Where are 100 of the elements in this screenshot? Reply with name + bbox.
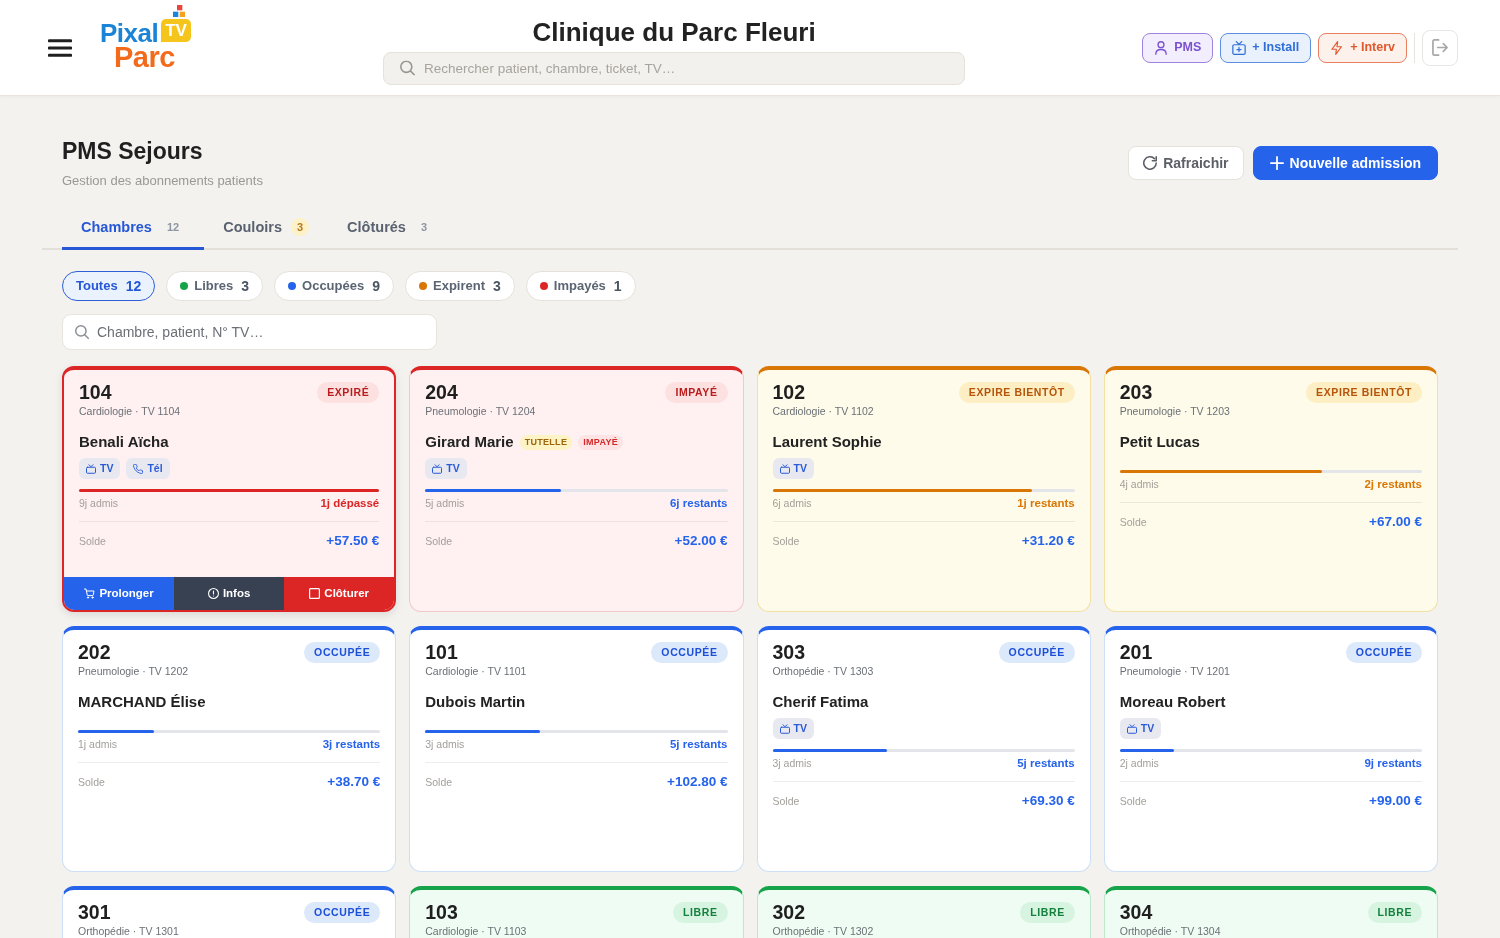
tv-icon <box>86 463 96 474</box>
patient-name: Girard Marie <box>425 432 514 452</box>
service-label: Tél <box>147 460 163 476</box>
status-badge: IMPAYÉ <box>665 382 728 403</box>
phone-icon <box>133 463 144 474</box>
balance-label: Solde <box>425 534 453 549</box>
status-badge: OCCUPÉE <box>1345 642 1422 663</box>
page-subtitle: Gestion des abonnements patients <box>62 173 263 189</box>
room-details: Pneumologie · TV 1203 <box>1119 405 1231 418</box>
tab[interactable]: Clôturés 3 <box>328 207 453 250</box>
tv-plus-icon <box>1232 40 1247 55</box>
room-details: Pneumologie · TV 1204 <box>425 405 537 418</box>
room-number: 204 <box>425 380 458 404</box>
plus-icon <box>1269 156 1284 170</box>
balance-label: Solde <box>1119 794 1147 809</box>
room-card[interactable]: 102 EXPIRE BIENTÔT Cardiologie · TV 1102 Laurent Sophie TV 6j admis 1j restants Solde +31.20 € <box>756 366 1091 612</box>
room-card[interactable]: 304 LIBRE Orthopédie · TV 1304 <box>1103 886 1438 938</box>
room-details: Cardiologie · TV 1101 <box>425 665 528 678</box>
days-remaining: 1j restants <box>1017 496 1075 511</box>
filter-chip[interactable]: Occupées 9 <box>274 271 394 301</box>
info-icon <box>207 588 219 599</box>
pms-button[interactable]: PMS <box>1142 32 1214 63</box>
status-badge: LIBRE <box>673 902 728 923</box>
patient-name: Moreau Robert <box>1119 692 1226 712</box>
balance-label: Solde <box>425 775 453 790</box>
patient-name: Cherif Fatima <box>772 692 869 712</box>
room-details: Orthopédie · TV 1304 <box>1119 925 1222 938</box>
service-label: TV <box>100 460 114 476</box>
tab[interactable]: Chambres 12 <box>62 207 205 250</box>
tab-count: 3 <box>291 218 310 236</box>
room-number: 101 <box>425 640 458 664</box>
cart-icon <box>84 588 96 599</box>
room-number: 201 <box>1119 640 1153 664</box>
room-card[interactable]: 204 IMPAYÉ Pneumologie · TV 1204 Girard Marie TUTELLE IMPAYÉ TV 5j admis 6j restants Solde +52.00 € <box>409 366 744 612</box>
logo-text: Pixal <box>100 20 159 46</box>
room-card[interactable]: 301 OCCUPÉE Orthopédie · TV 1301 <box>62 886 397 938</box>
tv-icon <box>779 463 790 474</box>
room-card[interactable]: 203 EXPIRE BIENTÔT Pneumologie · TV 1203 Petit Lucas 4j admis 2j restants Solde +67.00 € <box>1103 366 1438 612</box>
status-badge: EXPIRE BIENTÔT <box>1306 382 1422 403</box>
room-card[interactable]: 302 LIBRE Orthopédie · TV 1302 <box>756 886 1091 938</box>
room-details: Cardiologie · TV 1103 <box>425 925 528 938</box>
room-card[interactable]: 104 EXPIRÉ Cardiologie · TV 1104 Benali Aïcha TV Tél 9j admis 1j dépassé Solde +57.50 € Prolonger Infos Clôturer <box>62 366 397 612</box>
room-details: Cardiologie · TV 1102 <box>772 405 875 418</box>
page-title: PMS Sejours <box>62 137 204 166</box>
days-remaining: 5j restants <box>1017 756 1075 771</box>
days-admitted: 9j admis <box>79 496 119 511</box>
logout-icon <box>1431 39 1449 56</box>
days-admitted: 1j admis <box>78 737 118 752</box>
room-card[interactable]: 103 LIBRE Cardiologie · TV 1103 <box>409 886 744 938</box>
room-details: Pneumologie · TV 1202 <box>78 665 190 678</box>
status-badge: LIBRE <box>1020 902 1075 923</box>
room-details: Cardiologie · TV 1104 <box>79 405 182 418</box>
filter-chip[interactable]: Expirent 3 <box>405 271 515 301</box>
balance-amount: +69.30 € <box>1021 793 1075 809</box>
room-number: 301 <box>78 900 111 924</box>
room-card[interactable]: 201 OCCUPÉE Pneumologie · TV 1201 Moreau Robert TV 2j admis 9j restants Solde +99.00 € <box>1103 626 1438 872</box>
balance-amount: +52.00 € <box>674 533 728 549</box>
close-stay-button[interactable]: Clôturer <box>284 577 395 610</box>
pixel-squares-icon <box>173 5 185 17</box>
room-number: 303 <box>772 640 806 664</box>
status-badge: LIBRE <box>1367 902 1422 923</box>
balance-label: Solde <box>1119 515 1147 530</box>
status-badge: EXPIRE BIENTÔT <box>958 382 1075 403</box>
install-button[interactable]: + Install <box>1220 32 1312 63</box>
status-badge: OCCUPÉE <box>304 902 381 923</box>
room-card[interactable]: 101 OCCUPÉE Cardiologie · TV 1101 Dubois Martin 3j admis 5j restants Solde +102.80 € <box>409 626 744 872</box>
room-card[interactable]: 202 OCCUPÉE Pneumologie · TV 1202 MARCHAND Élise 1j admis 3j restants Solde +38.70 € <box>62 626 397 872</box>
patient-name: Dubois Martin <box>425 692 526 712</box>
patient-tag: IMPAYÉ <box>578 434 624 450</box>
patient-name: Laurent Sophie <box>772 432 882 452</box>
new-admission-button[interactable]: Nouvelle admission <box>1252 146 1438 180</box>
refresh-button[interactable]: Rafraichir <box>1128 146 1244 180</box>
days-remaining: 3j restants <box>322 737 381 752</box>
balance-amount: +99.00 € <box>1369 793 1422 809</box>
days-admitted: 3j admis <box>425 737 465 752</box>
room-number: 103 <box>425 900 458 924</box>
tab[interactable]: Couloirs 3 <box>204 207 329 250</box>
filter-chip[interactable]: Toutes 12 <box>62 271 156 301</box>
info-button[interactable]: Infos <box>174 577 285 610</box>
balance-amount: +67.00 € <box>1369 514 1422 530</box>
patient-name: Petit Lucas <box>1119 432 1200 452</box>
logo-badge: TV <box>161 19 191 42</box>
extend-button[interactable]: Prolonger <box>64 577 175 610</box>
filter-chip[interactable]: Libres 3 <box>166 271 264 301</box>
lightning-icon <box>1330 40 1345 55</box>
days-remaining: 1j dépassé <box>320 496 380 511</box>
days-admitted: 5j admis <box>425 496 465 511</box>
room-number: 203 <box>1119 380 1153 404</box>
status-badge: EXPIRÉ <box>317 382 380 403</box>
service-label: TV <box>793 720 807 736</box>
days-remaining: 5j restants <box>669 737 728 752</box>
filter-chip[interactable]: Impayés 1 <box>525 271 636 301</box>
search-field[interactable]: Chambre, patient, N° TV… <box>62 314 437 350</box>
search-field[interactable]: Rechercher patient, chambre, ticket, TV… <box>383 51 966 85</box>
balance-label: Solde <box>772 534 800 549</box>
days-admitted: 2j admis <box>1119 756 1159 771</box>
balance-amount: +38.70 € <box>327 774 381 790</box>
room-card[interactable]: 303 OCCUPÉE Orthopédie · TV 1303 Cherif Fatima TV 3j admis 5j restants Solde +69.30 € <box>756 626 1091 872</box>
refresh-icon <box>1143 156 1158 170</box>
service-label: TV <box>1140 720 1155 736</box>
